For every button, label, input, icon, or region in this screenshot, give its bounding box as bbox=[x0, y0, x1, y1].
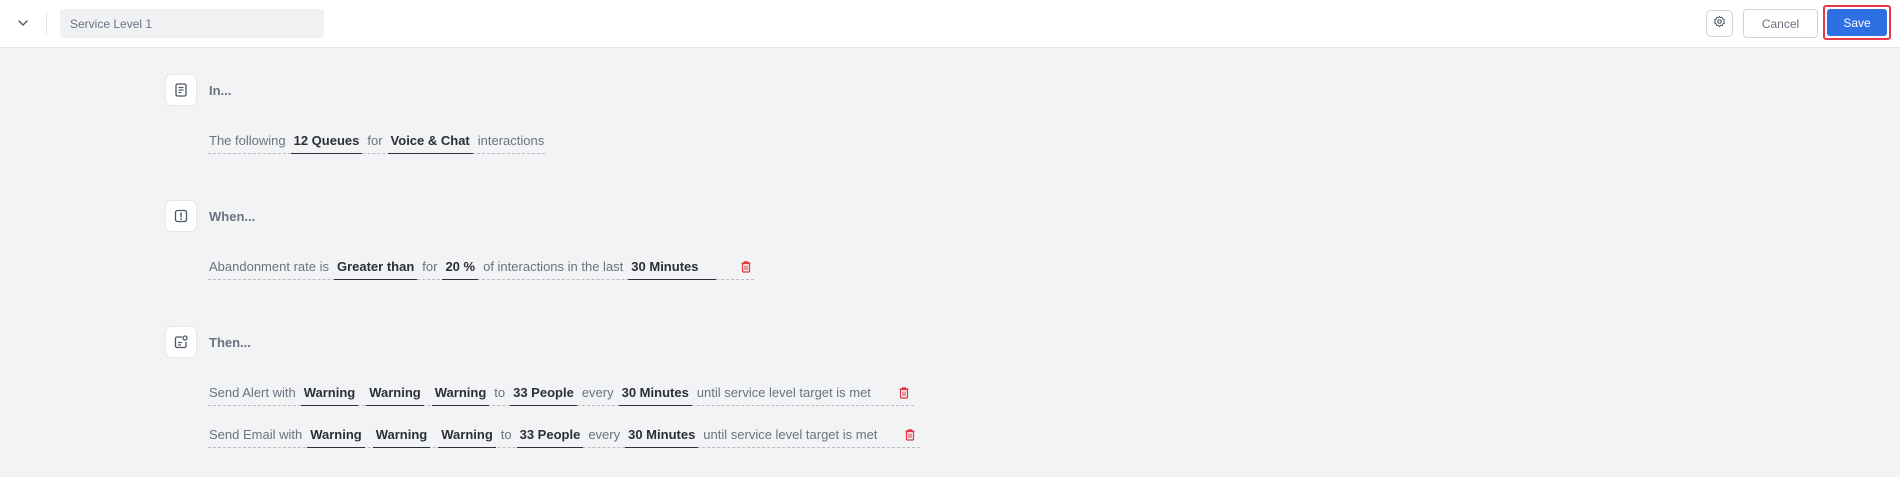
rule-text: The following bbox=[209, 133, 286, 148]
save-button[interactable]: Save bbox=[1827, 9, 1887, 36]
period-selector[interactable]: 30 Minutes bbox=[628, 254, 717, 280]
recipients-selector[interactable]: 33 People bbox=[516, 422, 584, 448]
alert-square-icon bbox=[165, 200, 197, 232]
trash-icon[interactable] bbox=[740, 260, 754, 274]
save-button-highlight: Save bbox=[1823, 5, 1891, 40]
rule-text: for bbox=[422, 259, 438, 274]
gear-icon bbox=[1713, 15, 1726, 33]
level-selector[interactable]: Warning bbox=[372, 422, 431, 448]
level-selector[interactable]: Warning bbox=[300, 380, 359, 406]
then-rule-row: Send Alert with Warning Warning Warning … bbox=[208, 380, 914, 406]
notification-icon bbox=[165, 326, 197, 358]
cancel-button[interactable]: Cancel bbox=[1743, 9, 1818, 38]
percentage-selector[interactable]: 20 % bbox=[442, 254, 479, 280]
rule-text: to bbox=[500, 427, 512, 442]
period-selector[interactable]: 30 Minutes bbox=[618, 380, 692, 406]
document-icon bbox=[165, 74, 197, 106]
rule-text: Abandonment rate is bbox=[209, 259, 329, 274]
rule-text: for bbox=[367, 133, 383, 148]
section-then-title: Then... bbox=[209, 334, 251, 350]
rule-text: every bbox=[581, 385, 614, 400]
rule-text: interactions bbox=[477, 133, 545, 148]
queues-selector[interactable]: 12 Queues bbox=[290, 128, 363, 154]
then-rule-row: Send Email with Warning Warning Warning … bbox=[208, 422, 921, 448]
rule-text: Send Alert with bbox=[209, 385, 296, 400]
level-selector[interactable]: Warning bbox=[438, 422, 496, 448]
rule-text: until service level target is met bbox=[703, 427, 878, 442]
section-in-title: In... bbox=[209, 82, 232, 98]
service-level-name-input[interactable] bbox=[60, 9, 324, 38]
level-selector[interactable]: Warning bbox=[307, 422, 365, 448]
trash-icon[interactable] bbox=[904, 428, 918, 442]
level-selector[interactable]: Warning bbox=[431, 380, 490, 406]
rule-text: Send Email with bbox=[209, 427, 303, 442]
rule-text: every bbox=[588, 427, 621, 442]
rule-text: of interactions in the last bbox=[483, 259, 624, 274]
rule-text: until service level target is met bbox=[696, 385, 871, 400]
section-when-title: When... bbox=[209, 208, 256, 224]
section-in-header: In... bbox=[165, 74, 231, 106]
section-then-header: Then... bbox=[165, 326, 251, 358]
section-when-header: When... bbox=[165, 200, 255, 232]
chevron-down-icon[interactable] bbox=[12, 12, 34, 34]
channel-selector[interactable]: Voice & Chat bbox=[387, 128, 473, 154]
period-selector[interactable]: 30 Minutes bbox=[625, 422, 699, 448]
level-selector[interactable]: Warning bbox=[366, 380, 424, 406]
settings-button[interactable] bbox=[1706, 10, 1733, 37]
operator-selector[interactable]: Greater than bbox=[333, 254, 418, 280]
when-rule-row: Abandonment rate is Greater than for 20 … bbox=[208, 254, 755, 280]
rule-text: to bbox=[494, 385, 506, 400]
trash-icon[interactable] bbox=[898, 386, 912, 400]
divider bbox=[46, 12, 47, 34]
recipients-selector[interactable]: 33 People bbox=[510, 380, 577, 406]
in-rule-row: The following 12 Queues for Voice & Chat… bbox=[208, 128, 546, 154]
top-bar: Cancel Save bbox=[0, 0, 1900, 48]
